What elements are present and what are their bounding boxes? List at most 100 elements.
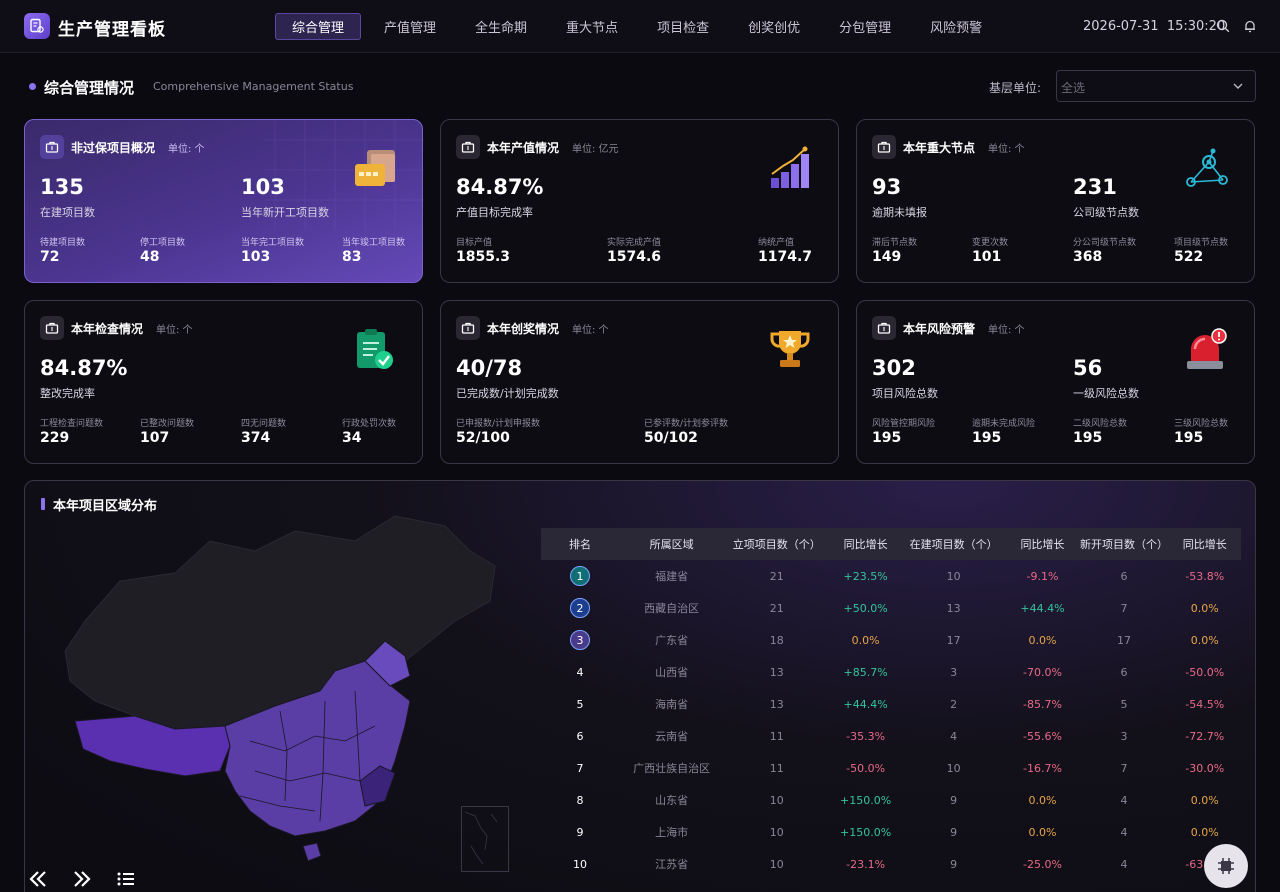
ongoing-growth-cell: -16.7% [1022,761,1062,775]
big-label: 逾期未填报 [872,206,927,219]
col-ongoing-growth[interactable]: 同比增长 [1005,536,1079,552]
card-milestones[interactable]: 本年重大节点 单位: 个 93 逾期未填报 231 公司级节点数 滞后节点数 1… [856,119,1255,283]
card-unit: 单位: 个 [156,325,193,336]
region-cell: 江苏省 [655,858,689,871]
stat-label: 待建项目数 [40,238,86,248]
col-rank[interactable]: 排名 [541,536,619,552]
stat-label: 已参评数/计划参评数 [644,419,729,429]
nav-overview[interactable]: 综合管理 [275,13,362,40]
app-title: 生产管理看板 [58,20,166,40]
stat-label: 分公司级节点数 [1073,238,1137,248]
region-cell: 广东省 [655,634,689,647]
stat-value: 229 [40,430,70,446]
unit-filter-select[interactable]: 全选 [1056,70,1256,102]
double-chevron-left-icon[interactable] [25,866,51,892]
card-nonguarantee-projects[interactable]: 非过保项目概况 单位: 个 135 在建项目数 103 当年新开工项目数 待建项… [24,119,424,283]
table-row[interactable]: 7 广西壮族自治区 11 -50.0% 10 -16.7% 7 -30.0% [541,752,1241,784]
card-inspection[interactable]: 本年检查情况 单位: 个 84.87% 整改完成率 工程检查问题数 229 已整… [24,300,423,464]
col-new[interactable]: 新开项目数（个） [1080,536,1169,552]
table-row[interactable]: 10江苏省10-23.1%9-25.0%4-63.6% [541,848,1241,880]
rank-cell: 9 [541,826,619,839]
col-region[interactable]: 所属区域 [619,536,724,552]
col-approved-growth[interactable]: 同比增长 [829,536,902,552]
table-row[interactable]: 9 上海市 10 +150.0% 9 0.0% 4 0.0% [541,816,1241,848]
approved-growth-cell: +85.7% [843,665,888,679]
card-unit: 单位: 亿元 [572,144,619,155]
table-row[interactable]: 5 海南省 13 +44.4% 2 -85.7% 5 -54.5% [541,688,1241,720]
new-cell: 6 [1120,665,1128,679]
table-row[interactable]: 1 福建省 21 +23.5% 10 -9.1% 6 -53.8% [541,560,1241,592]
briefcase-icon [40,135,64,159]
ongoing-growth-cell: +44.4% [1020,601,1065,615]
floating-action-button[interactable] [1204,844,1248,888]
card-awards[interactable]: 本年创奖情况 单位: 个 40/78 已完成数/计划完成数 已申报数/计划申报数… [440,300,839,464]
briefcase-icon [40,316,64,340]
rank-cell: 4 [541,666,619,679]
rank-cell: 3 [541,630,619,650]
col-ongoing[interactable]: 在建项目数（个） [902,536,1005,552]
nav-awards[interactable]: 创奖创优 [732,13,816,40]
stat-value: 368 [1073,249,1103,265]
new-cell: 4 [1120,825,1128,839]
approved-cell: 21 [769,569,784,583]
big-value: 56 [1073,356,1103,380]
nav-lifecycle[interactable]: 全生命期 [459,13,543,40]
approved-cell: 21 [769,601,784,615]
region-table: 排名 所属区域 立项项目数（个） 同比增长 在建项目数（个） 同比增长 新开项目… [541,528,1241,880]
stat-label: 行政处罚次数 [342,419,397,429]
region-cell: 海南省 [655,698,689,711]
col-new-growth[interactable]: 同比增长 [1168,536,1241,552]
card-unit: 单位: 个 [988,325,1025,336]
table-row[interactable]: 8 山东省 10 +150.0% 9 0.0% 4 0.0% [541,784,1241,816]
card-output[interactable]: 本年产值情况 单位: 亿元 84.87% 产值目标完成率 目标产值 1855.3… [440,119,839,283]
map-region-hainan[interactable] [302,842,322,862]
rank-cell: 5 [541,698,619,711]
briefcase-icon [872,316,896,340]
china-map[interactable] [25,511,525,891]
ongoing-cell: 4 [950,729,958,743]
table-row[interactable]: 3 广东省 18 0.0% 17 0.0% 17 0.0% [541,624,1241,656]
card-title: 本年风险预警 [903,322,976,336]
new-growth-cell: -30.0% [1185,761,1225,775]
new-growth-cell: -54.5% [1185,697,1225,711]
table-row[interactable]: 6 云南省 11 -35.3% 4 -55.6% 3 -72.7% [541,720,1241,752]
bell-icon[interactable] [1243,19,1257,33]
rank-cell: 1 [541,566,619,586]
big-label: 一级风险总数 [1073,387,1139,400]
table-row[interactable]: 4 山西省 13 +85.7% 3 -70.0% 6 -50.0% [541,656,1241,688]
double-chevron-right-icon[interactable] [69,866,95,892]
rank-cell: 10 [541,858,619,871]
rank-cell: 8 [541,794,619,807]
approved-cell: 18 [769,633,784,647]
nav-inspection[interactable]: 项目检查 [641,13,725,40]
datetime: 2026-07-31 15:30:20 [1083,19,1225,34]
ongoing-cell: 17 [946,633,961,647]
map-land-north [64,515,496,732]
new-cell: 7 [1120,761,1128,775]
rank-badge: 1 [569,566,590,586]
stat-value: 103 [241,249,271,265]
ongoing-growth-cell: -9.1% [1026,569,1059,583]
list-menu-icon[interactable] [113,866,139,892]
nav-output[interactable]: 产值管理 [368,13,452,40]
table-row[interactable]: 2 西藏自治区 21 +50.0% 13 +44.4% 7 0.0% [541,592,1241,624]
col-approved[interactable]: 立项项目数（个） [724,536,829,552]
ongoing-cell: 10 [946,569,961,583]
top-header: 生产管理看板 综合管理 产值管理 全生命期 重大节点 项目检查 创奖创优 分包管… [0,0,1280,53]
card-risk[interactable]: 本年风险预警 单位: 个 302 项目风险总数 56 一级风险总数 风险管控期风… [856,300,1255,464]
new-cell: 5 [1120,697,1128,711]
stat-label: 工程检查问题数 [40,419,104,429]
ongoing-growth-cell: 0.0% [1028,825,1057,839]
big-label: 当年新开工项目数 [241,206,329,219]
approved-cell: 13 [769,697,784,711]
stat-value: 1855.3 [456,249,511,265]
rank-text: 4 [576,665,584,679]
nav-milestones[interactable]: 重大节点 [550,13,634,40]
search-icon[interactable] [1216,19,1230,33]
nav-subcontract[interactable]: 分包管理 [823,13,907,40]
nav-risk[interactable]: 风险预警 [914,13,998,40]
approved-growth-cell: +23.5% [843,569,888,583]
card-title: 本年创奖情况 [487,322,560,336]
clipboard-check-icon [357,329,393,369]
big-value: 84.87% [456,175,544,199]
